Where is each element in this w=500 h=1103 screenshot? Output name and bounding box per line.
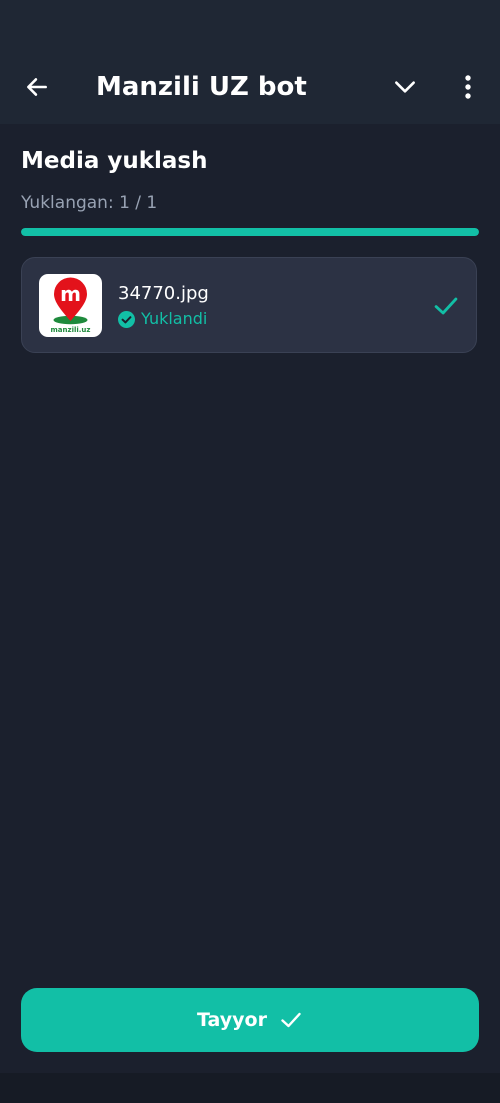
collapse-button[interactable] <box>382 64 428 110</box>
done-button-label: Tayyor <box>197 1009 267 1031</box>
more-options-button[interactable] <box>446 64 490 110</box>
upload-progress-fill <box>21 228 479 236</box>
more-vertical-icon <box>465 75 471 99</box>
file-status-label: Yuklandi <box>141 309 208 328</box>
upload-progress-bar <box>21 228 479 236</box>
file-status: Yuklandi <box>118 308 207 330</box>
check-icon <box>281 1012 301 1028</box>
back-button[interactable] <box>14 64 60 110</box>
app-bar: Manzili UZ bot <box>0 50 500 124</box>
chat-title: Manzili UZ bot <box>96 72 307 102</box>
svg-text:m: m <box>60 282 81 306</box>
check-circle-icon <box>118 310 135 328</box>
section-title: Media yuklash <box>21 148 208 174</box>
file-name: 34770.jpg <box>118 283 209 304</box>
file-list-item[interactable]: m manzili.uz 34770.jpg Yuklandi <box>21 257 477 353</box>
chevron-down-icon <box>395 81 415 93</box>
system-navigation-bar <box>0 1073 500 1103</box>
status-bar <box>0 0 500 50</box>
file-thumbnail: m manzili.uz <box>39 274 102 337</box>
svg-text:manzili.uz: manzili.uz <box>51 326 91 334</box>
manzili-logo-icon: m manzili.uz <box>51 277 91 334</box>
done-button[interactable]: Tayyor <box>21 988 479 1052</box>
checkmark-icon <box>430 290 462 322</box>
arrow-left-icon <box>27 78 47 96</box>
upload-progress-label: Yuklangan: 1 / 1 <box>21 193 158 213</box>
